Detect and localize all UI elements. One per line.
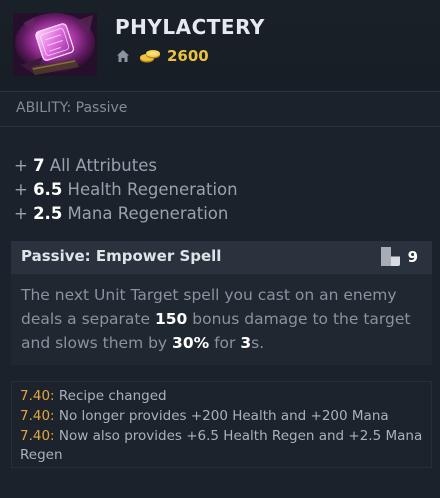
home-shop-icon (117, 50, 129, 62)
desc-duration-value: 3 (240, 334, 252, 352)
attribute-plus: + (14, 156, 34, 175)
item-tooltip: PHYLACTERY 2600 ABILITY: Passive + 7 All… (0, 0, 440, 498)
patch-version: 7.40: (20, 388, 55, 404)
ability-name: Passive: Empower Spell (21, 247, 222, 265)
cooldown-icon (380, 247, 400, 266)
ability-description: The next Unit Target spell you cast on a… (21, 283, 426, 355)
patch-text: Recipe changed (54, 388, 167, 404)
ability-description-box: The next Unit Target spell you cast on a… (11, 274, 432, 365)
attribute-value: 7 (33, 156, 45, 175)
attribute-all-attributes: + 7 All Attributes (14, 154, 238, 178)
tooltip-header: PHYLACTERY 2600 (0, 0, 440, 90)
attribute-mana-regen: + 2.5 Mana Regeneration (14, 202, 238, 226)
item-cost-row: 2600 (116, 46, 209, 66)
patch-note: 7.40: Now also provides +6.5 Health Rege… (20, 427, 425, 465)
desc-text: s. (251, 334, 265, 352)
divider (0, 91, 440, 92)
attribute-value: 2.5 (33, 204, 63, 223)
divider (0, 126, 440, 127)
attribute-list: + 7 All Attributes + 6.5 Health Regenera… (14, 154, 238, 226)
patch-note: 7.40: No longer provides +200 Health and… (20, 407, 425, 426)
attribute-label: All Attributes (44, 156, 157, 175)
attribute-label: Health Regeneration (62, 180, 238, 199)
cooldown: 9 (380, 247, 418, 266)
patch-note: 7.40: Recipe changed (20, 387, 425, 406)
attribute-plus: + (14, 204, 34, 223)
patch-version: 7.40: (20, 408, 55, 424)
patch-notes: 7.40: Recipe changed 7.40: No longer pro… (11, 381, 432, 468)
attribute-value: 6.5 (33, 180, 63, 199)
attribute-plus: + (14, 180, 34, 199)
ability-type: ABILITY: Passive (16, 100, 128, 116)
cooldown-value: 9 (407, 247, 418, 266)
desc-slow-value: 30% (172, 334, 210, 352)
attribute-health-regen: + 6.5 Health Regeneration (14, 178, 238, 202)
patch-version: 7.40: (20, 428, 55, 444)
patch-text: Now also provides +6.5 Health Regen and … (20, 428, 423, 463)
item-name: PHYLACTERY (115, 15, 265, 39)
gold-coins-icon (140, 50, 160, 63)
desc-text: for (209, 334, 241, 352)
patch-text: No longer provides +200 Health and +200 … (54, 408, 389, 424)
item-cost: 2600 (167, 47, 209, 65)
attribute-label: Mana Regeneration (62, 204, 229, 223)
ability-header: Passive: Empower Spell 9 (11, 241, 432, 274)
desc-damage-value: 150 (154, 310, 188, 328)
phylactery-gem-icon (13, 13, 97, 76)
